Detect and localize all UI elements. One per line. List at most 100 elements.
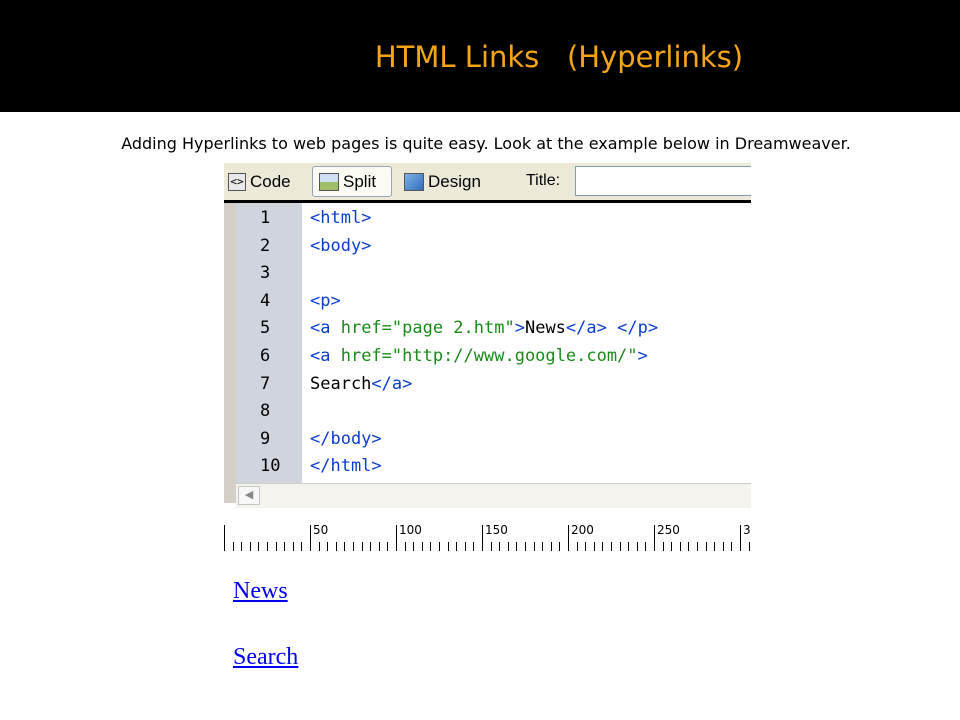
code-token: <body> bbox=[310, 235, 372, 256]
ruler-tick bbox=[318, 542, 320, 551]
ruler-tick bbox=[482, 525, 483, 551]
code-label: Code bbox=[250, 171, 291, 191]
ruler-tick bbox=[516, 542, 518, 551]
ruler-tick bbox=[611, 542, 612, 551]
ruler-tick bbox=[645, 542, 647, 551]
code-editor[interactable]: <html> <body> <p> <a href="page 2.htm">News… bbox=[302, 203, 751, 483]
ruler-label: 200 bbox=[571, 523, 594, 537]
code-token: </a> bbox=[565, 318, 607, 339]
code-token: <a bbox=[310, 346, 341, 366]
code-view-button[interactable]: <> Code bbox=[228, 166, 291, 197]
code-token: </a> bbox=[371, 373, 413, 394]
ruler-tick bbox=[361, 542, 363, 551]
ruler-tick bbox=[731, 542, 733, 551]
ruler-tick bbox=[705, 542, 707, 551]
design-view-button[interactable]: Design bbox=[404, 166, 481, 197]
line-number: 9 bbox=[260, 428, 271, 449]
ruler-tick bbox=[335, 542, 337, 551]
code-icon: <> bbox=[228, 172, 246, 191]
design-icon bbox=[404, 172, 424, 191]
ruler-tick bbox=[507, 542, 509, 551]
slide-title: HTML Links (Hyperlinks) bbox=[374, 40, 744, 74]
ruler-tick bbox=[602, 542, 604, 551]
document-toolbar: <> Code Split Design Title: bbox=[224, 163, 751, 203]
ruler-tick bbox=[697, 542, 698, 551]
ruler-tick bbox=[241, 542, 243, 551]
code-line: </body> bbox=[310, 426, 382, 453]
ruler-tick bbox=[267, 542, 268, 551]
ruler-tick bbox=[258, 542, 260, 551]
code-token: > bbox=[637, 346, 648, 366]
line-number: 6 bbox=[260, 346, 271, 366]
ruler-tick bbox=[559, 542, 561, 551]
code-line: </html> bbox=[310, 453, 382, 480]
horizontal-scrollbar[interactable]: ◀ bbox=[236, 483, 751, 508]
ruler-tick bbox=[310, 525, 311, 551]
ruler-tick bbox=[396, 525, 397, 551]
ruler-tick bbox=[473, 542, 475, 551]
intro-text: Adding Hyperlinks to web pages is quite … bbox=[121, 134, 851, 153]
ruler-tick bbox=[378, 542, 380, 551]
title-bar: HTML Links (Hyperlinks) bbox=[0, 0, 960, 112]
split-view-button[interactable]: Split bbox=[312, 166, 392, 197]
ruler-tick bbox=[499, 542, 501, 551]
ruler-tick bbox=[387, 542, 389, 551]
ruler-tick bbox=[740, 525, 741, 551]
ruler-tick bbox=[439, 542, 440, 551]
ruler-tick bbox=[464, 542, 466, 551]
design-label: Design bbox=[428, 171, 481, 191]
ruler-tick bbox=[722, 542, 724, 551]
title-input[interactable] bbox=[575, 166, 751, 196]
ruler-tick bbox=[284, 542, 286, 551]
line-number: 7 bbox=[260, 373, 271, 394]
ruler-tick bbox=[292, 542, 294, 551]
ruler-tick bbox=[593, 542, 595, 551]
ruler-tick bbox=[232, 542, 234, 551]
ruler-label: 0 bbox=[224, 523, 226, 537]
ruler-tick bbox=[619, 542, 621, 551]
design-ruler: 0 50 100 150 200 250 30 bbox=[224, 521, 751, 551]
search-link[interactable]: Search bbox=[233, 644, 298, 671]
code-token: <p> bbox=[310, 290, 341, 311]
ruler-tick bbox=[275, 542, 277, 551]
ruler-tick bbox=[421, 542, 423, 551]
ruler-label: 30 bbox=[743, 523, 751, 537]
ruler-tick bbox=[662, 542, 664, 551]
ruler-tick bbox=[413, 542, 415, 551]
code-token: </p> bbox=[617, 318, 659, 339]
news-link[interactable]: News bbox=[233, 578, 288, 605]
ruler-label: 100 bbox=[399, 523, 422, 537]
ruler-tick bbox=[370, 542, 372, 551]
ruler-tick bbox=[249, 542, 251, 551]
ruler-tick bbox=[301, 542, 303, 551]
line-number: 10 bbox=[260, 456, 281, 477]
ruler-tick bbox=[654, 525, 655, 551]
split-icon bbox=[319, 172, 339, 191]
code-token: <html> bbox=[310, 208, 372, 228]
ruler-tick bbox=[628, 542, 630, 551]
ruler-tick bbox=[576, 542, 578, 551]
code-token: News bbox=[524, 318, 566, 339]
dreamweaver-screenshot: <> Code Split Design Title: 1 2 3 4 5 6 7 8 9 10 … bbox=[224, 163, 751, 551]
ruler-label: 250 bbox=[657, 523, 680, 537]
code-line: <html> bbox=[310, 205, 371, 232]
code-line: <a href="page 2.htm">News</a> </p> bbox=[310, 315, 658, 342]
ruler-tick bbox=[353, 542, 354, 551]
code-token: > bbox=[514, 318, 525, 339]
ruler-tick bbox=[748, 542, 750, 551]
ruler-tick bbox=[671, 542, 673, 551]
ruler-tick bbox=[550, 542, 552, 551]
ruler-tick bbox=[688, 542, 690, 551]
ruler-label: 50 bbox=[313, 523, 329, 537]
ruler-tick bbox=[490, 542, 492, 551]
ruler-tick bbox=[636, 542, 638, 551]
scroll-left-icon[interactable]: ◀ bbox=[238, 486, 260, 505]
editor-gutter bbox=[224, 203, 236, 503]
title-label: Title: bbox=[526, 172, 561, 189]
code-line: <p> bbox=[310, 288, 341, 315]
ruler-tick bbox=[344, 542, 346, 551]
ruler-tick bbox=[456, 542, 458, 551]
ruler-tick bbox=[568, 525, 569, 551]
ruler-tick bbox=[533, 542, 535, 551]
